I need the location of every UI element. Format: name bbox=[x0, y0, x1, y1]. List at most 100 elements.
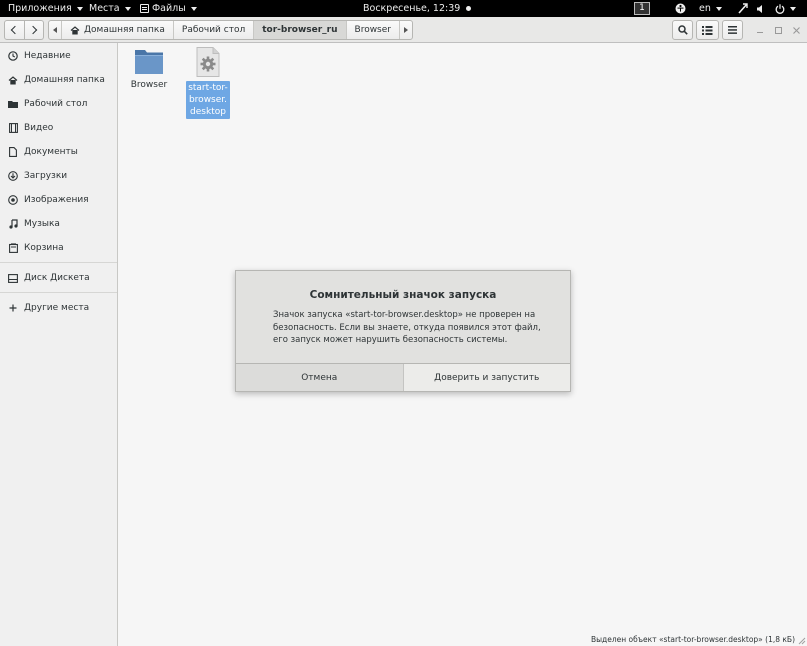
path-bar: Домашняя папка Рабочий стол tor-browser_… bbox=[48, 20, 413, 40]
plus-icon bbox=[8, 303, 18, 313]
close-icon bbox=[792, 26, 800, 34]
path-item-label: tor-browser_ru bbox=[262, 25, 338, 35]
workspace-indicator[interactable]: 1 bbox=[634, 0, 650, 17]
sidebar-separator bbox=[0, 292, 117, 293]
path-scroll-left-button[interactable] bbox=[49, 21, 62, 39]
trust-and-launch-button[interactable]: Доверить и запустить bbox=[403, 364, 570, 391]
back-button[interactable] bbox=[4, 20, 25, 40]
chevron-down-icon bbox=[124, 6, 131, 11]
music-icon bbox=[8, 219, 18, 229]
sidebar-item-label: Изображения bbox=[24, 195, 89, 205]
dialog-actions: Отмена Доверить и запустить bbox=[236, 363, 570, 391]
sidebar-item-label: Корзина bbox=[24, 243, 64, 253]
chevron-down-icon bbox=[715, 6, 722, 11]
resize-grip-icon[interactable] bbox=[798, 637, 806, 645]
applications-menu[interactable]: Приложения bbox=[8, 0, 83, 17]
view-toggle-button[interactable] bbox=[696, 20, 719, 40]
trash-icon bbox=[8, 243, 18, 253]
top-panel: Приложения Места Файлы Воскресенье, 12:3… bbox=[0, 0, 807, 17]
sidebar: Недавние Домашняя папка Рабочий стол Вид… bbox=[0, 43, 118, 646]
maximize-icon bbox=[774, 26, 782, 34]
files-app-menu[interactable]: Файлы bbox=[140, 0, 197, 17]
file-name: start-tor- browser. desktop bbox=[186, 81, 230, 119]
home-icon bbox=[8, 75, 18, 85]
minimize-icon bbox=[757, 31, 763, 33]
sidebar-item-videos[interactable]: Видео bbox=[0, 119, 117, 137]
navigation-buttons bbox=[4, 20, 44, 40]
files-app-menu-label: Файлы bbox=[152, 3, 186, 14]
path-item-desktop[interactable]: Рабочий стол bbox=[174, 21, 255, 39]
sidebar-item-downloads[interactable]: Загрузки bbox=[0, 167, 117, 185]
places-menu[interactable]: Места bbox=[89, 0, 131, 17]
clock[interactable]: Воскресенье, 12:39 bbox=[363, 0, 472, 17]
sidebar-item-label: Документы bbox=[24, 147, 78, 157]
files-app-icon bbox=[140, 4, 149, 13]
dialog-message: Значок запуска «start-tor-browser.deskto… bbox=[273, 310, 541, 345]
window-header-bar: Домашняя папка Рабочий стол tor-browser_… bbox=[0, 17, 807, 43]
path-scroll-right-button[interactable] bbox=[400, 21, 412, 39]
file-item-folder[interactable]: Browser bbox=[130, 47, 168, 91]
search-button[interactable] bbox=[672, 20, 693, 40]
sidebar-item-label: Видео bbox=[24, 123, 54, 133]
path-item-browser[interactable]: Browser bbox=[347, 21, 400, 39]
image-icon bbox=[8, 195, 18, 205]
video-icon bbox=[8, 123, 18, 133]
path-item-tor-browser[interactable]: tor-browser_ru bbox=[254, 21, 347, 39]
sidebar-item-label: Рабочий стол bbox=[24, 99, 88, 109]
workspace-number: 1 bbox=[634, 2, 650, 15]
sidebar-item-label: Недавние bbox=[24, 51, 71, 61]
sidebar-item-home[interactable]: Домашняя папка bbox=[0, 71, 117, 89]
places-menu-label: Места bbox=[89, 3, 120, 14]
accessibility-icon[interactable] bbox=[675, 0, 686, 17]
chevron-down-icon bbox=[190, 6, 197, 11]
sidebar-item-recent[interactable]: Недавние bbox=[0, 47, 117, 65]
sidebar-separator bbox=[0, 262, 117, 263]
download-icon bbox=[8, 171, 18, 181]
power-icon bbox=[775, 3, 785, 14]
notification-dot-icon bbox=[466, 6, 472, 11]
sidebar-item-label: Музыка bbox=[24, 219, 60, 229]
list-view-icon bbox=[702, 25, 713, 35]
minimize-button[interactable] bbox=[755, 25, 765, 35]
keyboard-layout-label: en bbox=[699, 3, 711, 14]
triangle-right-icon bbox=[404, 27, 408, 33]
sidebar-item-music[interactable]: Музыка bbox=[0, 215, 117, 233]
sidebar-item-documents[interactable]: Документы bbox=[0, 143, 117, 161]
triangle-left-icon bbox=[53, 27, 57, 33]
clock-icon bbox=[8, 51, 18, 61]
sidebar-item-trash[interactable]: Корзина bbox=[0, 239, 117, 257]
power-menu[interactable] bbox=[775, 0, 796, 17]
maximize-button[interactable] bbox=[773, 25, 783, 35]
dialog-title: Сомнительный значок запуска bbox=[309, 289, 497, 301]
desktop-folder-icon bbox=[8, 99, 18, 109]
home-icon bbox=[70, 25, 80, 34]
sidebar-item-label: Загрузки bbox=[24, 171, 68, 181]
clock-label: Воскресенье, 12:39 bbox=[363, 3, 461, 14]
volume-icon[interactable] bbox=[756, 0, 766, 17]
file-item-desktop-launcher[interactable]: start-tor- browser. desktop bbox=[186, 47, 230, 119]
network-wired-icon[interactable] bbox=[738, 0, 748, 17]
folder-icon bbox=[135, 50, 163, 74]
untrusted-launcher-dialog: Сомнительный значок запуска Значок запус… bbox=[235, 270, 571, 392]
sidebar-item-label: Другие места bbox=[24, 303, 90, 313]
chevron-down-icon bbox=[790, 6, 796, 11]
forward-button[interactable] bbox=[24, 20, 44, 40]
menu-button[interactable] bbox=[722, 20, 743, 40]
sidebar-item-label: Домашняя папка bbox=[24, 75, 105, 85]
cancel-button[interactable]: Отмена bbox=[236, 364, 404, 391]
sidebar-item-pictures[interactable]: Изображения bbox=[0, 191, 117, 209]
sidebar-item-desktop[interactable]: Рабочий стол bbox=[0, 95, 117, 113]
chevron-right-icon bbox=[28, 25, 37, 35]
drive-icon bbox=[8, 273, 18, 283]
close-button[interactable] bbox=[791, 25, 801, 35]
sidebar-item-floppy-drive[interactable]: Диск Дискета bbox=[0, 269, 117, 287]
applications-menu-label: Приложения bbox=[8, 3, 72, 14]
sidebar-item-other-locations[interactable]: Другие места bbox=[0, 299, 117, 317]
keyboard-layout-menu[interactable]: en bbox=[699, 0, 722, 17]
path-item-label: Рабочий стол bbox=[181, 25, 246, 35]
path-item-label: Browser bbox=[354, 25, 391, 35]
chevron-left-icon bbox=[11, 25, 20, 35]
path-item-home[interactable]: Домашняя папка bbox=[62, 21, 174, 39]
status-bar: Выделен объект «start-tor-browser.deskto… bbox=[590, 635, 795, 644]
search-icon bbox=[677, 25, 688, 35]
